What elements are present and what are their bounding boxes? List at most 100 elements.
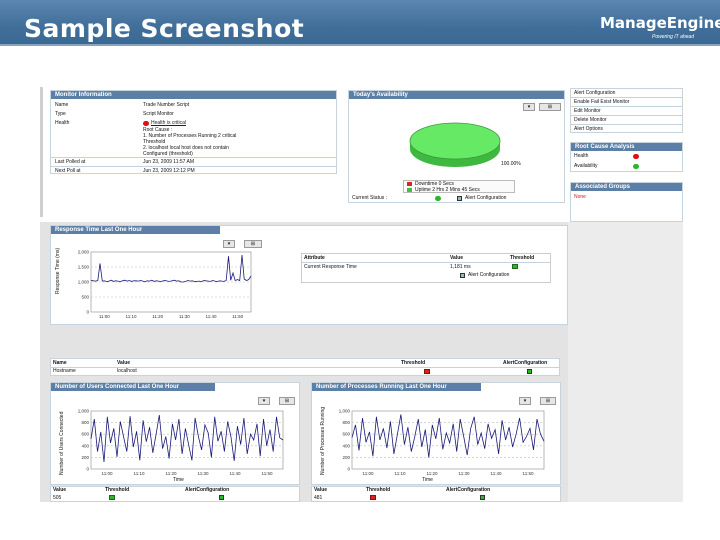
alert-configuration-link[interactable]: Alert Configuration [468,272,509,278]
root-cause-analysis-panel: Root Cause Analysis Health Availability [570,142,683,172]
link-alert-configuration[interactable]: Alert Configuration [574,90,615,96]
zoom-button[interactable]: ⊞ [540,397,556,405]
monitor-actions: Alert Configuration Enable Fail Exist Mo… [570,88,683,133]
y-tick-label: 200 [81,455,89,460]
x-tick-label: 11:20 [427,471,438,476]
alert-configuration-link[interactable]: Alert Configuration [465,195,506,201]
period-button[interactable]: ▾ [258,397,270,405]
y-tick-label: 1,000 [78,280,90,285]
uptime-slice [409,122,501,160]
panel-header: Today's Availability [349,91,564,99]
processes-running-chart: 0 200 400 600 800 1,000 11:00 11:10 11:20 11:30 11… [339,409,545,476]
col-value: Value [450,255,464,261]
label-name: Name [55,102,69,108]
alert-config-icon[interactable] [219,495,224,500]
health-link[interactable]: Health is critical [151,120,271,126]
y-tick-label: 2,000 [78,250,90,255]
plot-area [351,410,545,470]
value-last-polled: Jun 23, 2009 11:57 AM [143,159,195,165]
x-tick-label: 11:20 [166,471,177,476]
divider [571,97,682,98]
uptime-legend: Uptime 2 Hrs 2 Mins 45 Secs [415,187,480,193]
zoom-button[interactable]: ⊞ [244,240,262,248]
x-tick-label: 11:00 [363,471,374,476]
y-tick-label: 200 [342,455,350,460]
y-tick-label: 0 [347,467,350,472]
alert-config-icon [460,273,465,278]
y-tick-label: 1,000 [78,409,90,414]
col-threshold: Threshold [510,255,535,261]
response-attribute-table: Attribute Value Threshold Current Respon… [301,253,551,283]
value-type: Script Monitor [143,111,174,117]
rca-availability-icon[interactable] [633,164,639,169]
x-tick-label: 11:30 [179,314,190,319]
response-time-panel: Response Time Last One Hour ▾ ⊞ Response… [50,225,568,325]
left-edge-bar [40,87,43,217]
link-enable-fail-exist-monitor[interactable]: Enable Fail Exist Monitor [574,99,629,105]
processes-value: 481 [314,495,323,501]
logo-tagline: Powering IT ahead [652,34,694,40]
monitor-information-panel: Monitor Information Name Trade Number Sc… [50,90,337,174]
label-type: Type [55,111,66,117]
associated-groups-panel: Associated Groups None [570,182,683,222]
users-value-table: Value Threshold AlertConfiguration 505 [50,486,300,502]
value-next-poll: Jun 23, 2009 12:12 PM [143,168,195,174]
zoom-button[interactable]: ⊞ [539,103,561,111]
y-tick-label: 600 [342,432,350,437]
zoom-button[interactable]: ⊞ [279,397,295,405]
banner-rule [0,44,720,46]
link-alert-options[interactable]: Alert Options [574,126,603,132]
alert-config-icon[interactable] [527,369,532,374]
period-button[interactable]: ▾ [519,397,531,405]
response-time-chart: 0 500 1,000 1,500 2,000 11:00 11:10 11:20 11:30 1… [78,250,252,319]
period-button[interactable]: ▾ [523,103,535,111]
rca-health-label: Health [574,153,589,159]
panel-header: Root Cause Analysis [571,143,682,151]
y-tick-label: 500 [81,295,89,300]
attribute-name: Current Response Time [304,264,357,270]
x-tick-label: 11:00 [102,471,113,476]
y-tick-label: 400 [342,443,350,448]
critical-status-icon [143,121,149,126]
period-button[interactable]: ▾ [223,240,235,248]
y-tick-label: 600 [81,432,89,437]
x-tick-label: 11:50 [262,471,273,476]
manageengine-logo: ManageEngine [600,14,720,32]
current-status-label: Current Status : [352,195,388,201]
availability-panel: Today's Availability ▾ ⊞ 100.00% Downtim… [348,90,565,203]
alert-config-icon [457,196,462,201]
link-delete-monitor[interactable]: Delete Monitor [574,117,607,123]
col-alert-configuration: AlertConfiguration [503,360,548,366]
availability-legend: Downtime 0 Secs Uptime 2 Hrs 2 Mins 45 S… [403,180,515,193]
divider [51,157,336,158]
availability-pie [409,122,501,167]
x-tick-label: 11:10 [126,314,137,319]
y-tick-label: 0 [86,310,89,315]
y-tick-label: 1,000 [339,409,351,414]
col-value: Value [117,360,131,366]
alert-config-icon[interactable] [480,495,485,500]
y-tick-label: 0 [86,467,89,472]
threshold-critical-icon [424,369,430,374]
panel-header: Associated Groups [571,183,682,191]
col-alert-configuration: AlertConfiguration [185,487,230,493]
label-last-polled: Last Polled at [55,159,86,165]
users-xlabel: Time [173,477,184,483]
divider [571,124,682,125]
users-value: 505 [53,495,62,501]
col-value: Value [314,487,328,493]
x-tick-label: 11:50 [523,471,534,476]
y-tick-label: 1,500 [78,265,90,270]
col-threshold: Threshold [105,487,130,493]
x-tick-label: 11:30 [198,471,209,476]
label-health: Health [55,120,70,126]
x-tick-label: 11:50 [232,314,243,319]
link-edit-monitor[interactable]: Edit Monitor [574,108,601,114]
rca-health-icon[interactable] [633,154,639,159]
users-connected-panel: Number of Users Connected Last One Hour … [50,382,300,485]
label-next-poll: Next Poll at [55,168,81,174]
processes-value-table: Value Threshold AlertConfiguration 481 [311,486,561,502]
attribute-value: 1,181 ms [450,264,471,270]
panel-header: Monitor Information [51,91,336,99]
x-tick-label: 11:40 [491,471,502,476]
